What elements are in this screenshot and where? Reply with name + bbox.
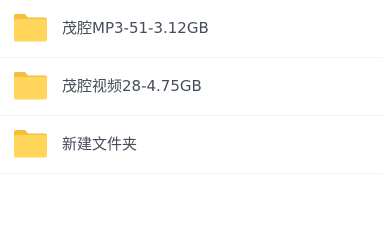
folder-icon: [14, 130, 47, 158]
file-name: 茂腔视频28-4.75GB: [62, 77, 202, 95]
file-row-3[interactable]: 新建文件夹: [0, 116, 382, 174]
folder-icon: [14, 14, 47, 42]
file-row-2[interactable]: 茂腔视频28-4.75GB: [0, 58, 382, 116]
file-name: 茂腔MP3-51-3.12GB: [62, 19, 209, 37]
file-row-1[interactable]: 茂腔MP3-51-3.12GB: [0, 0, 382, 58]
folder-icon: [14, 72, 47, 100]
file-list: 茂腔MP3-51-3.12GB 茂腔视频28-4.75GB 新建文件夹: [0, 0, 382, 251]
file-name: 新建文件夹: [62, 135, 138, 153]
